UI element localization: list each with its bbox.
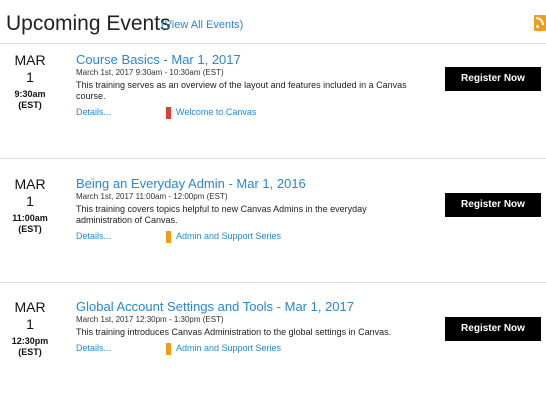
event-datetime: March 1st, 2017 11:00am - 12:00pm (EST) xyxy=(76,192,228,201)
event-time: 12:30pm xyxy=(11,336,49,346)
event-item: MAR 1 11:00am (EST) Being an Everyday Ad… xyxy=(0,176,546,276)
event-timezone: (EST) xyxy=(18,224,42,234)
event-month: MAR xyxy=(14,52,46,68)
event-title-link[interactable]: Course Basics - Mar 1, 2017 xyxy=(76,52,416,67)
divider xyxy=(0,158,546,159)
event-date: MAR 1 12:30pm (EST) xyxy=(6,299,54,358)
event-item: MAR 1 9:30am (EST) Course Basics - Mar 1… xyxy=(0,52,546,152)
event-category-label: Admin and Support Series xyxy=(176,343,282,353)
event-description: This training introduces Canvas Administ… xyxy=(76,327,392,337)
event-body: Course Basics - Mar 1, 2017 March 1st, 2… xyxy=(76,52,416,120)
event-description: This training covers topics helpful to n… xyxy=(76,204,367,225)
event-body: Being an Everyday Admin - Mar 1, 2016 Ma… xyxy=(76,176,416,244)
event-links: Details... Admin and Support Series xyxy=(76,343,416,356)
register-now-button[interactable]: Register Now xyxy=(445,317,541,341)
category-color-swatch xyxy=(166,107,171,119)
event-title-link[interactable]: Being an Everyday Admin - Mar 1, 2016 xyxy=(76,176,416,191)
event-month: MAR xyxy=(14,299,46,315)
event-time: 9:30am xyxy=(14,89,46,99)
divider xyxy=(0,43,546,44)
rss-feed-icon[interactable] xyxy=(534,15,546,31)
page-title: Upcoming Events xyxy=(6,12,171,35)
events-header: Upcoming Events (View All Events) xyxy=(6,6,546,38)
event-day: 1 xyxy=(26,69,34,85)
details-link[interactable]: Details... xyxy=(76,343,111,353)
event-category-label: Admin and Support Series xyxy=(176,231,282,241)
register-now-button[interactable]: Register Now xyxy=(445,193,541,217)
event-item: MAR 1 12:30pm (EST) Global Account Setti… xyxy=(0,299,546,399)
event-description: This training serves as an overview of t… xyxy=(76,80,407,101)
view-all-events-link[interactable]: (View All Events) xyxy=(161,19,243,31)
event-day: 1 xyxy=(26,316,34,332)
event-links: Details... Admin and Support Series xyxy=(76,231,416,244)
category-color-swatch xyxy=(166,231,171,243)
event-links: Details... Welcome to Canvas xyxy=(76,107,416,120)
register-now-button[interactable]: Register Now xyxy=(445,67,541,91)
event-date: MAR 1 11:00am (EST) xyxy=(6,176,54,235)
event-category-link[interactable]: Welcome to Canvas xyxy=(166,107,257,119)
event-time: 11:00am xyxy=(12,213,48,223)
details-link[interactable]: Details... xyxy=(76,107,111,117)
event-category-link[interactable]: Admin and Support Series xyxy=(166,231,282,243)
details-link[interactable]: Details... xyxy=(76,231,111,241)
event-day: 1 xyxy=(26,193,34,209)
event-body: Global Account Settings and Tools - Mar … xyxy=(76,299,416,356)
event-category-label: Welcome to Canvas xyxy=(176,107,257,117)
divider xyxy=(0,282,546,283)
event-timezone: (EST) xyxy=(18,347,42,357)
event-datetime: March 1st, 2017 12:30pm - 1:30pm (EST) xyxy=(76,315,224,324)
event-month: MAR xyxy=(14,176,46,192)
event-category-link[interactable]: Admin and Support Series xyxy=(166,343,282,355)
event-datetime: March 1st, 2017 9:30am - 10:30am (EST) xyxy=(76,68,224,77)
event-title-link[interactable]: Global Account Settings and Tools - Mar … xyxy=(76,299,416,314)
event-date: MAR 1 9:30am (EST) xyxy=(6,52,54,111)
event-timezone: (EST) xyxy=(18,100,42,110)
category-color-swatch xyxy=(166,343,171,355)
